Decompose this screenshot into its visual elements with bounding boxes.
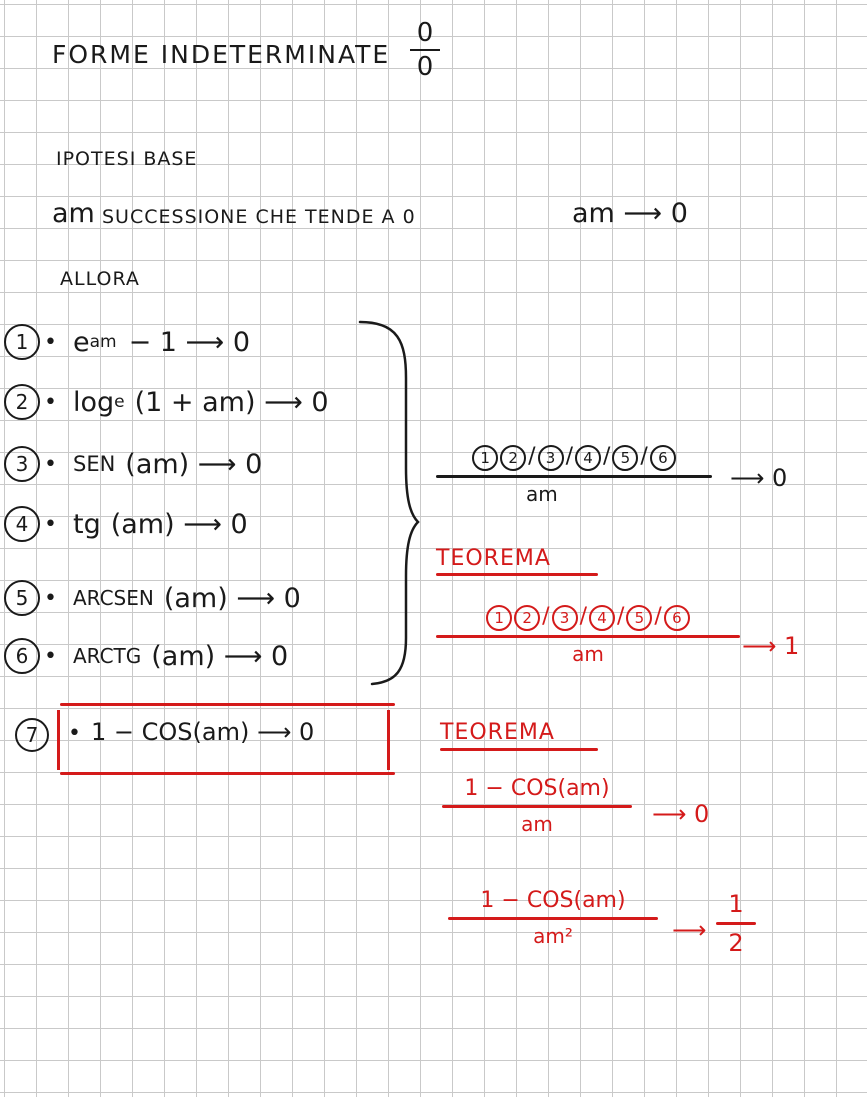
item-expr-main: ARCTG xyxy=(72,644,142,668)
theorem2-frac1-arrow: ⟶ 0 xyxy=(652,800,710,828)
circled-number: 3 xyxy=(551,605,578,631)
slash: / xyxy=(579,604,587,629)
theorem1-numerator: 1 2/3/4/5/6 xyxy=(436,604,740,631)
item-number: 3 xyxy=(4,446,40,482)
fraction-bar xyxy=(436,475,712,478)
item-number: 2 xyxy=(4,384,40,420)
bullet-dot: • xyxy=(44,389,57,415)
combined-fraction-arrow: ⟶ 0 xyxy=(730,464,788,492)
item-expr-sup: am xyxy=(89,332,117,352)
item-expr-rest: (am) ⟶ 0 xyxy=(110,508,248,540)
theorem1-denominator: am xyxy=(572,642,604,666)
item-expr-main: tg xyxy=(72,508,101,540)
theorem2-frac2-denominator: am² xyxy=(533,924,573,948)
circled-number: 2 xyxy=(514,605,541,631)
item-expr-rest: (am) ⟶ 0 xyxy=(151,640,289,672)
slash: / xyxy=(640,444,648,469)
item-number: 4 xyxy=(4,506,40,542)
circled-number: 1 xyxy=(486,605,513,631)
red-box-bottom-line xyxy=(60,772,395,775)
list-item: 6 • ARCTG (am) ⟶ 0 xyxy=(4,638,288,674)
list-item: 5 • ARCSEN (am) ⟶ 0 xyxy=(4,580,301,616)
item-expr-rest: (am) ⟶ 0 xyxy=(125,448,263,480)
circled-number: 6 xyxy=(649,445,676,471)
theorem2-frac1-numerator: 1 − COS(am) xyxy=(464,776,610,801)
item-number: 5 xyxy=(4,580,40,616)
theorem2-fraction2: 1 − COS(am) am² xyxy=(448,888,658,948)
bullet-dot: • xyxy=(68,721,81,746)
combined-fraction: 1 2/3/4/5/6 am xyxy=(436,444,712,506)
slash: / xyxy=(565,444,573,469)
item-expr-main: SEN xyxy=(72,452,116,476)
item-expr-main: e xyxy=(72,326,90,358)
theorem2-frac1-denominator: am xyxy=(521,812,553,836)
hypothesis-limit: am ⟶ 0 xyxy=(572,198,688,229)
item-seven: 7 xyxy=(15,718,53,752)
circled-number: 3 xyxy=(537,445,564,471)
result-denominator: 2 xyxy=(728,929,744,957)
item-number: 7 xyxy=(15,718,49,752)
theorem1-arrow: ⟶ 1 xyxy=(742,632,800,660)
list-item: 3 • SEN (am) ⟶ 0 xyxy=(4,446,262,482)
item-expr-rest: (am) ⟶ 0 xyxy=(163,582,301,614)
theorem2-frac2-numerator: 1 − COS(am) xyxy=(480,888,626,913)
item-expr-rest: − 1 ⟶ 0 xyxy=(128,326,251,358)
bullet-dot: • xyxy=(44,329,57,355)
theorem-label: TEOREMA xyxy=(436,546,551,571)
ipotesi-heading: IPOTESI BASE xyxy=(56,148,198,170)
title-fraction-bar xyxy=(410,49,440,51)
theorem-underline xyxy=(436,573,598,576)
item-expr-main: log xyxy=(72,386,115,418)
fraction-bar xyxy=(716,922,756,925)
item-number: 1 xyxy=(4,324,40,360)
item-seven-expr: 1 − COS(am) ⟶ 0 xyxy=(90,718,315,746)
slash: / xyxy=(654,604,662,629)
circled-number: 6 xyxy=(663,605,690,631)
page-title: FORME INDETERMINATE xyxy=(52,40,391,69)
bullet-dot: • xyxy=(44,511,57,537)
circled-number: 4 xyxy=(575,445,601,471)
allora-label: ALLORA xyxy=(60,268,140,290)
slash: / xyxy=(617,604,625,629)
circled-number: 2 xyxy=(500,445,527,471)
slash: / xyxy=(528,444,536,469)
result-numerator: 1 xyxy=(728,890,744,918)
fraction-bar xyxy=(442,805,632,808)
theorem2-fraction1: 1 − COS(am) am xyxy=(442,776,632,836)
circled-number: 5 xyxy=(612,445,639,471)
circled-number: 5 xyxy=(626,605,653,631)
slash: / xyxy=(542,604,550,629)
theorem-underline xyxy=(440,748,598,751)
combined-fraction-numerator: 1 2/3/4/5/6 xyxy=(436,444,712,471)
theorem2-frac2-arrow: ⟶ xyxy=(672,916,707,944)
theorem1-fraction: 1 2/3/4/5/6 am xyxy=(436,604,740,666)
item-seven-expression: • 1 − COS(am) ⟶ 0 xyxy=(68,718,314,746)
bullet-dot: • xyxy=(44,451,57,477)
item-expr-main: ARCSEN xyxy=(72,586,154,610)
list-item: 4 • tg (am) ⟶ 0 xyxy=(4,506,248,542)
theorem-label: TEOREMA xyxy=(440,720,555,745)
item-expr-rest: (1 + am) ⟶ 0 xyxy=(134,386,329,418)
fraction-bar xyxy=(448,917,658,920)
fraction-bar xyxy=(436,635,740,638)
curly-brace xyxy=(358,320,420,686)
circled-number: 4 xyxy=(589,605,615,631)
bullet-dot: • xyxy=(44,643,57,669)
item-expr-sub: e xyxy=(114,392,125,412)
circled-number: 1 xyxy=(472,445,499,471)
bullet-dot: • xyxy=(44,585,57,611)
hypothesis-sequence: am xyxy=(52,198,95,229)
slash: / xyxy=(603,444,611,469)
item-number: 6 xyxy=(4,638,40,674)
title-fraction-numerator: 0 xyxy=(416,18,434,48)
result-fraction: 1 2 xyxy=(716,890,756,957)
list-item: 1 • e am − 1 ⟶ 0 xyxy=(4,324,250,360)
list-item: 2 • log e (1 + am) ⟶ 0 xyxy=(4,384,329,420)
title-fraction: 0 0 xyxy=(410,18,440,82)
title-fraction-denominator: 0 xyxy=(416,52,434,82)
red-box-top-line xyxy=(60,703,395,706)
combined-fraction-denominator: am xyxy=(526,482,558,506)
hypothesis-statement: SUCCESSIONE CHE TENDE A 0 xyxy=(102,206,416,228)
